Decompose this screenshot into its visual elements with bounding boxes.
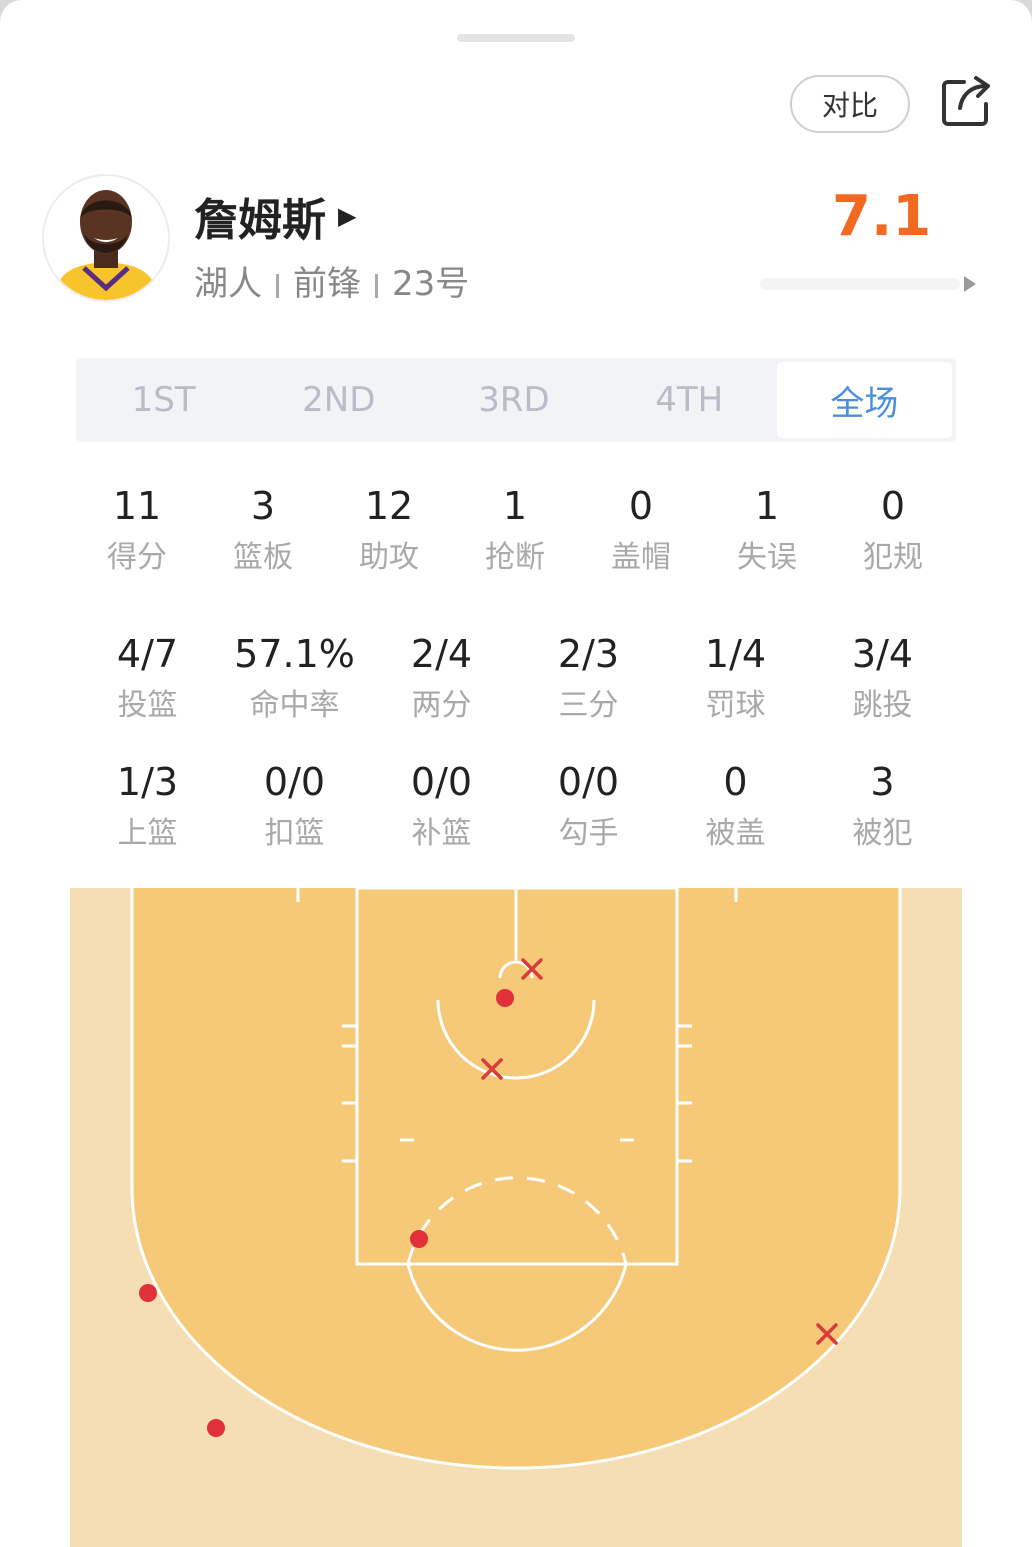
tab-3rd[interactable]: 3RD (426, 358, 601, 442)
player-position: 前锋 (293, 264, 361, 304)
compare-button[interactable]: 对比 (790, 75, 910, 133)
stat-label: 盖帽 (611, 540, 671, 575)
stat-fouls-drawn: 3 被犯 (809, 758, 956, 858)
stat-value: 1 (502, 484, 528, 528)
stat-label: 跳投 (852, 688, 913, 723)
tab-2nd[interactable]: 2ND (251, 358, 426, 442)
stat-steals: 1 抢断 (452, 482, 578, 582)
stat-rebounds: 3 篮板 (200, 482, 326, 582)
stat-label: 补篮 (411, 816, 472, 851)
stat-value: 0 (723, 760, 748, 804)
stat-label: 助攻 (359, 540, 419, 575)
stat-points: 11 得分 (74, 482, 200, 582)
stat-label: 抢断 (485, 540, 545, 575)
stat-label: 罚球 (705, 688, 766, 723)
player-name-row[interactable]: 詹姆斯 ▶ (194, 184, 356, 248)
stats-row-shot-types: 1/3 上篮 0/0 扣篮 0/0 补篮 0/0 勾手 0 被盖 3 被犯 (74, 758, 956, 858)
stat-label: 勾手 (558, 816, 619, 851)
player-team: 湖人 (194, 264, 262, 304)
stat-value: 11 (112, 484, 162, 528)
player-detail-sheet: 对比 詹姆斯 ▶ 湖人 前锋 23号 7.1 1ST 2ND 3RD 4TH 全… (0, 0, 1032, 1547)
stat-layup: 1/3 上篮 (74, 758, 221, 858)
stat-value: 1 (754, 484, 780, 528)
stat-dunk: 0/0 扣篮 (221, 758, 368, 858)
stat-value: 1/4 (704, 632, 767, 676)
stat-label: 犯规 (863, 540, 923, 575)
sheet-grabber[interactable] (457, 34, 575, 42)
three-point-area (132, 888, 900, 1468)
stat-label: 投篮 (117, 688, 178, 723)
stat-assists: 12 助攻 (326, 482, 452, 582)
stat-label: 被犯 (852, 816, 913, 851)
player-meta: 湖人 前锋 23号 (194, 256, 469, 305)
made-shot-marker (207, 1419, 225, 1437)
player-avatar[interactable] (42, 174, 170, 302)
stat-value: 1/3 (116, 760, 179, 804)
made-shot-marker (410, 1230, 428, 1248)
stat-2pt: 2/4 两分 (368, 630, 515, 730)
shot-chart-court (70, 886, 962, 1547)
play-arrow-icon: ▶ (338, 202, 357, 230)
stat-value: 0/0 (263, 760, 326, 804)
stat-3pt: 2/3 三分 (515, 630, 662, 730)
stat-label: 失误 (737, 540, 797, 575)
rating-detail-link[interactable] (760, 270, 980, 298)
tab-1st[interactable]: 1ST (76, 358, 251, 442)
made-shot-marker (496, 989, 514, 1007)
stat-blocked: 0 被盖 (662, 758, 809, 858)
meta-divider (276, 273, 279, 298)
stat-label: 三分 (558, 688, 619, 723)
stat-value: 3 (250, 484, 276, 528)
stat-fg-pct: 57.1% 命中率 (221, 630, 368, 730)
stat-turnovers: 1 失误 (704, 482, 830, 582)
stat-label: 两分 (411, 688, 472, 723)
stat-hook: 0/0 勾手 (515, 758, 662, 858)
stat-blocks: 0 盖帽 (578, 482, 704, 582)
stat-fouls: 0 犯规 (830, 482, 956, 582)
stat-value: 0 (628, 484, 654, 528)
stat-value: 0/0 (557, 760, 620, 804)
stat-label: 命中率 (249, 688, 340, 723)
share-icon[interactable] (938, 74, 994, 130)
stat-label: 上篮 (117, 816, 178, 851)
meta-divider (375, 273, 378, 298)
stat-value: 57.1% (234, 632, 355, 676)
stat-value: 0/0 (410, 760, 473, 804)
stats-row-shooting: 4/7 投篮 57.1% 命中率 2/4 两分 2/3 三分 1/4 罚球 3/4 跳投 (74, 630, 956, 730)
stat-jumpshot: 3/4 跳投 (809, 630, 956, 730)
stat-value: 3 (870, 760, 895, 804)
stat-fg: 4/7 投篮 (74, 630, 221, 730)
stat-value: 3/4 (851, 632, 914, 676)
stat-value: 2/3 (557, 632, 620, 676)
stat-value: 2/4 (410, 632, 473, 676)
player-name: 詹姆斯 (194, 195, 326, 246)
stats-row-basic: 11 得分 3 篮板 12 助攻 1 抢断 0 盖帽 1 失误 0 犯规 (74, 482, 956, 582)
player-number: 23号 (392, 264, 470, 304)
stat-label: 得分 (107, 540, 167, 575)
stat-label: 被盖 (705, 816, 766, 851)
chevron-right-icon (964, 276, 976, 292)
player-rating: 7.1 (832, 184, 932, 249)
stat-value: 0 (880, 484, 906, 528)
tab-full-game[interactable]: 全场 (776, 362, 953, 438)
stat-value: 12 (364, 484, 414, 528)
made-shot-marker (139, 1284, 157, 1302)
stat-tip-in: 0/0 补篮 (368, 758, 515, 858)
stat-value: 4/7 (116, 632, 179, 676)
period-tabs: 1ST 2ND 3RD 4TH 全场 (76, 358, 956, 442)
stat-ft: 1/4 罚球 (662, 630, 809, 730)
stat-label: 篮板 (233, 540, 293, 575)
stat-label: 扣篮 (264, 816, 325, 851)
tab-4th[interactable]: 4TH (602, 358, 777, 442)
